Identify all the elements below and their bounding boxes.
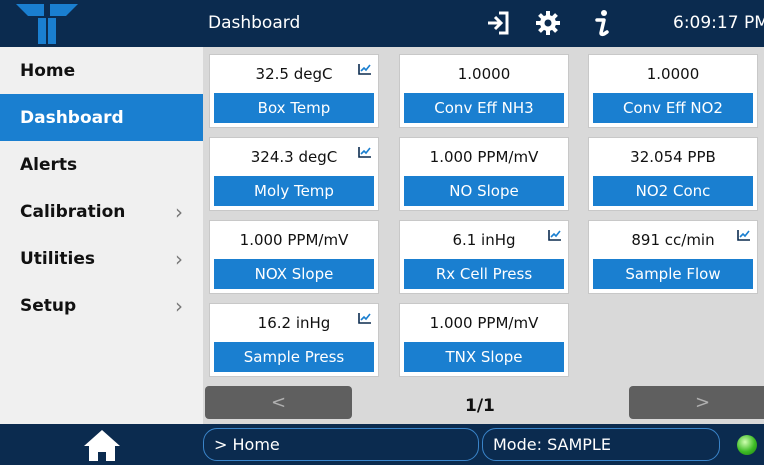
clock: 6:09:17 PM — [673, 13, 764, 33]
home-button[interactable] — [0, 424, 203, 465]
sidebar-item-setup[interactable]: Setup › — [0, 282, 203, 329]
dashboard-tile[interactable]: 32.5 degC Box Temp — [209, 54, 379, 128]
tile-label: Conv Eff NO2 — [593, 93, 753, 123]
tile-value: 6.1 inHg — [452, 231, 516, 249]
trend-chart-icon[interactable] — [358, 312, 372, 324]
tile-label: Moly Temp — [214, 176, 374, 206]
next-page-button[interactable]: > — [629, 386, 764, 419]
trend-chart-icon[interactable] — [358, 146, 372, 158]
trend-chart-icon[interactable] — [358, 63, 372, 75]
home-icon — [83, 429, 120, 461]
tile-value: 1.000 PPM/mV — [239, 231, 349, 249]
sidebar-item-label: Utilities — [20, 248, 96, 269]
tile-label: TNX Slope — [404, 342, 564, 372]
tile-label: Conv Eff NH3 — [404, 93, 564, 123]
tile-label: Box Temp — [214, 93, 374, 123]
dashboard-tile[interactable]: 32.054 PPB NO2 Conc — [588, 137, 758, 211]
tile-value: 1.000 PPM/mV — [429, 148, 539, 166]
sidebar-item-alerts[interactable]: Alerts — [0, 141, 203, 188]
sidebar: Home Dashboard Alerts Calibration › Utilities… — [0, 47, 203, 424]
dashboard-tile[interactable]: 1.0000 Conv Eff NO2 — [588, 54, 758, 128]
chevron-right-icon: › — [175, 199, 183, 224]
page-indicator: 1/1 — [465, 396, 495, 416]
tile-label: Sample Flow — [593, 259, 753, 289]
tile-value: 891 cc/min — [631, 231, 715, 249]
mode-indicator: Mode: SAMPLE — [482, 428, 720, 461]
sidebar-item-calibration[interactable]: Calibration › — [0, 188, 203, 235]
sidebar-item-home[interactable]: Home — [0, 47, 203, 94]
dashboard-tile[interactable]: 6.1 inHg Rx Cell Press — [399, 220, 569, 294]
dashboard-tile[interactable]: 1.0000 Conv Eff NH3 — [399, 54, 569, 128]
sidebar-item-dashboard[interactable]: Dashboard — [0, 94, 203, 141]
chevron-right-icon: › — [175, 246, 183, 271]
dashboard-tile[interactable]: 1.000 PPM/mV NOX Slope — [209, 220, 379, 294]
dashboard-tile[interactable]: 891 cc/min Sample Flow — [588, 220, 758, 294]
dashboard-grid: 32.5 degC Box Temp 1.0000 Conv Eff NH3 1.000… — [203, 47, 764, 377]
tile-label: NO Slope — [404, 176, 564, 206]
tile-label: Rx Cell Press — [404, 259, 564, 289]
dashboard-tile[interactable]: 1.000 PPM/mV NO Slope — [399, 137, 569, 211]
breadcrumb[interactable]: > Home — [203, 428, 479, 461]
prev-page-button[interactable]: < — [205, 386, 352, 419]
tile-value: 1.0000 — [457, 65, 511, 83]
trend-chart-icon[interactable] — [548, 229, 562, 241]
info-icon[interactable] — [587, 8, 617, 38]
dashboard-tile[interactable]: 1.000 PPM/mV TNX Slope — [399, 303, 569, 377]
tile-value: 32.054 PPB — [630, 148, 716, 166]
page-title: Dashboard — [208, 13, 301, 33]
sidebar-item-label: Calibration — [20, 201, 126, 222]
sidebar-item-label: Setup — [20, 295, 77, 316]
sidebar-item-label: Alerts — [20, 154, 78, 175]
bottom-bar: > Home Mode: SAMPLE — [0, 424, 764, 465]
tile-label: Sample Press — [214, 342, 374, 372]
sign-in-icon[interactable] — [483, 8, 513, 38]
dashboard-tile[interactable]: 16.2 inHg Sample Press — [209, 303, 379, 377]
tile-value: 16.2 inHg — [257, 314, 331, 332]
dashboard-tile[interactable]: 324.3 degC Moly Temp — [209, 137, 379, 211]
top-bar: Dashboard 6:09:17 PM — [0, 0, 764, 47]
tile-value: 32.5 degC — [255, 65, 333, 83]
sidebar-item-label: Dashboard — [20, 107, 124, 128]
chevron-right-icon: › — [175, 293, 183, 318]
tile-value: 1.000 PPM/mV — [429, 314, 539, 332]
sidebar-item-label: Home — [20, 60, 76, 81]
gear-icon[interactable] — [533, 8, 563, 38]
pager: < 1/1 > — [203, 377, 764, 424]
status-led-icon — [737, 435, 757, 455]
tile-label: NO2 Conc — [593, 176, 753, 206]
tile-value: 324.3 degC — [250, 148, 338, 166]
logo-icon — [0, 0, 202, 47]
trend-chart-icon[interactable] — [737, 229, 751, 241]
tile-label: NOX Slope — [214, 259, 374, 289]
sidebar-item-utilities[interactable]: Utilities › — [0, 235, 203, 282]
tile-value: 1.0000 — [646, 65, 700, 83]
